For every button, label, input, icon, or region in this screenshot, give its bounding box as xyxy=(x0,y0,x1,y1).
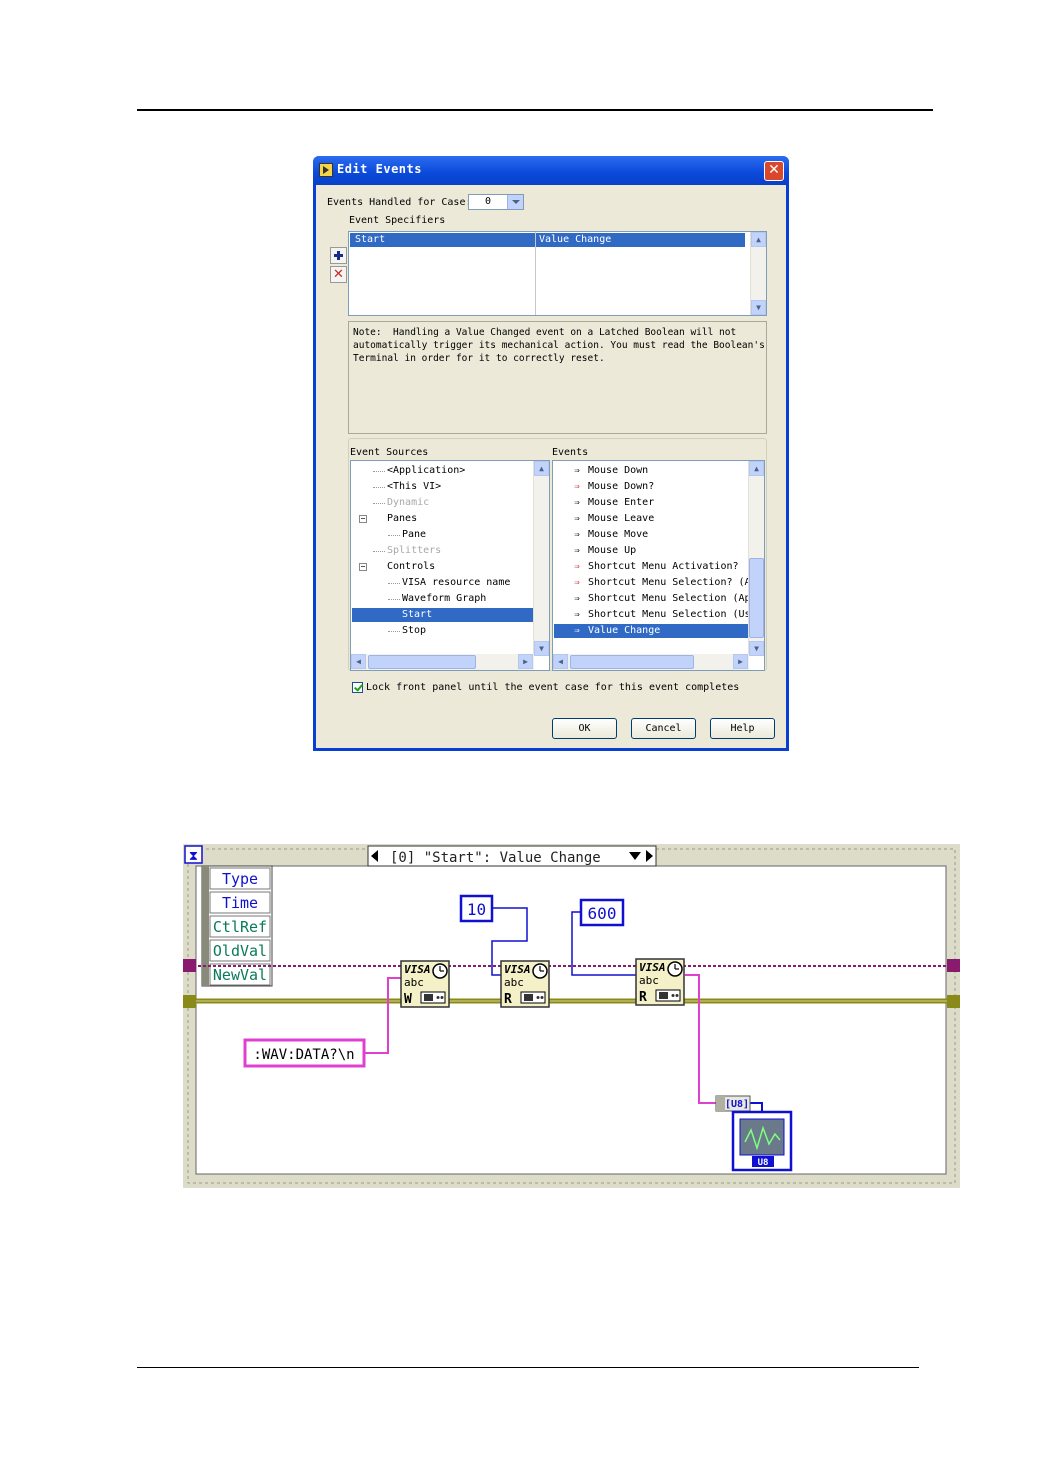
event-data-node-border xyxy=(202,866,209,986)
instrument-knob-icon xyxy=(540,996,544,999)
instrument-knob-icon xyxy=(671,994,675,997)
event-data-field-label: OldVal xyxy=(213,942,267,960)
instrument-knob-icon xyxy=(675,994,679,997)
error-tunnel-left xyxy=(183,995,196,1008)
refnum-tunnel-left xyxy=(183,959,196,972)
event-data-field-label: CtlRef xyxy=(213,918,267,936)
graph-type-label: U8 xyxy=(758,1158,769,1168)
instrument-knob-icon xyxy=(440,996,444,999)
command-string-value: :WAV:DATA?\n xyxy=(253,1047,354,1063)
event-data-field-label: NewVal xyxy=(213,966,267,984)
visa-node-label: VISA xyxy=(404,963,431,976)
instrument-screen-icon xyxy=(424,994,433,1001)
visa-node-sub-label: abc xyxy=(404,976,424,989)
convert-node-stripe xyxy=(716,1096,725,1111)
block-diagram: ⧗ [0] "Start": Value Change Type Time CtlR… xyxy=(183,844,960,1188)
hourglass-icon: ⧗ xyxy=(189,849,198,864)
error-tunnel-right xyxy=(947,995,960,1008)
convert-node-label: [U8] xyxy=(725,1099,749,1110)
visa-node-label: VISA xyxy=(639,961,666,974)
event-data-field-label: Type xyxy=(222,870,258,888)
event-case-area xyxy=(195,865,947,1175)
byte-count-constant-value: 600 xyxy=(588,904,617,923)
instrument-screen-icon xyxy=(524,994,533,1001)
instrument-screen-icon xyxy=(659,992,668,999)
visa-node-sub-label: abc xyxy=(504,976,524,989)
event-data-field-label: Time xyxy=(222,894,258,912)
instrument-knob-icon xyxy=(536,996,540,999)
visa-node-sub-label: abc xyxy=(639,974,659,987)
instrument-knob-icon xyxy=(436,996,440,999)
visa-operation-letter: R xyxy=(504,992,512,1007)
visa-operation-letter: W xyxy=(404,992,412,1007)
refnum-tunnel-right xyxy=(947,959,960,972)
case-selector-label: [0] "Start": Value Change xyxy=(390,850,601,866)
timeout-constant-value: 10 xyxy=(467,900,486,919)
visa-operation-letter: R xyxy=(639,990,647,1005)
visa-node-label: VISA xyxy=(504,963,531,976)
